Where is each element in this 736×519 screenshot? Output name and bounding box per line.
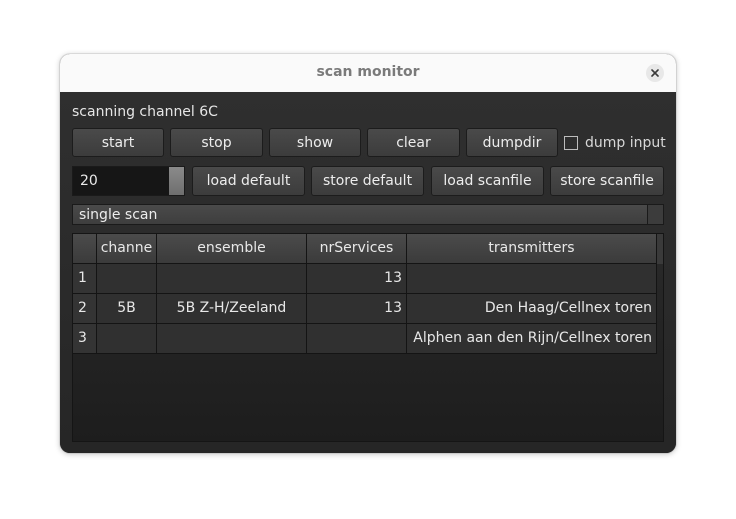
column-header-nrservices[interactable]: nrServices — [307, 234, 407, 264]
channel-count-spinbox[interactable]: 20 — [72, 166, 185, 196]
table-cell-channel[interactable] — [97, 324, 157, 354]
spinbox-handle[interactable] — [169, 167, 184, 195]
start-button[interactable]: start — [72, 128, 164, 157]
close-icon — [651, 69, 659, 77]
table-cell-ensemble[interactable]: 5B Z-H/Zeeland — [157, 294, 307, 324]
window-title: scan monitor — [316, 64, 420, 80]
content-area: scanning channel 6C start stop show clea… — [60, 92, 676, 453]
chevron-down-icon[interactable] — [647, 205, 663, 224]
dumpdir-button[interactable]: dumpdir — [466, 128, 558, 157]
row-header[interactable]: 1 — [73, 264, 97, 294]
dump-input-checkbox[interactable]: dump input — [564, 135, 666, 151]
row-header[interactable]: 3 — [73, 324, 97, 354]
table-cell-transmitters[interactable] — [407, 264, 657, 294]
scan-status-label: scanning channel 6C — [72, 104, 218, 120]
scan-mode-select[interactable]: single scan — [72, 204, 664, 225]
dump-input-label: dump input — [585, 135, 666, 151]
close-button[interactable] — [646, 64, 664, 82]
scan-monitor-window: scan monitor scanning channel 6C start s… — [60, 54, 676, 453]
title-bar: scan monitor — [60, 54, 676, 93]
table-cell-nrservices[interactable]: 13 — [307, 264, 407, 294]
column-header-transmitters[interactable]: transmitters — [407, 234, 657, 264]
scan-results-table: channe ensemble nrServices transmitters … — [72, 233, 664, 442]
table-cell-channel[interactable] — [97, 264, 157, 294]
table-cell-nrservices[interactable]: 13 — [307, 294, 407, 324]
column-header-ensemble[interactable]: ensemble — [157, 234, 307, 264]
stop-button[interactable]: stop — [170, 128, 263, 157]
store-default-button[interactable]: store default — [311, 166, 424, 196]
dump-input-checkbox-box[interactable] — [564, 136, 578, 150]
table-cell-ensemble[interactable] — [157, 264, 307, 294]
clear-button[interactable]: clear — [367, 128, 460, 157]
load-default-button[interactable]: load default — [192, 166, 305, 196]
table-cell-ensemble[interactable] — [157, 324, 307, 354]
show-button[interactable]: show — [269, 128, 361, 157]
table-cell-nrservices[interactable] — [307, 324, 407, 354]
column-header-channel[interactable]: channe — [97, 234, 157, 264]
table-corner — [73, 234, 97, 264]
spinbox-value: 20 — [80, 173, 98, 189]
store-scanfile-button[interactable]: store scanfile — [550, 166, 664, 196]
scan-mode-value: single scan — [79, 207, 158, 223]
table-cell-transmitters[interactable]: Alphen aan den Rijn/Cellnex toren — [407, 324, 657, 354]
row-header[interactable]: 2 — [73, 294, 97, 324]
table-scrollbar[interactable] — [657, 234, 663, 264]
table-cell-transmitters[interactable]: Den Haag/Cellnex toren — [407, 294, 657, 324]
load-scanfile-button[interactable]: load scanfile — [431, 166, 544, 196]
table-cell-channel[interactable]: 5B — [97, 294, 157, 324]
